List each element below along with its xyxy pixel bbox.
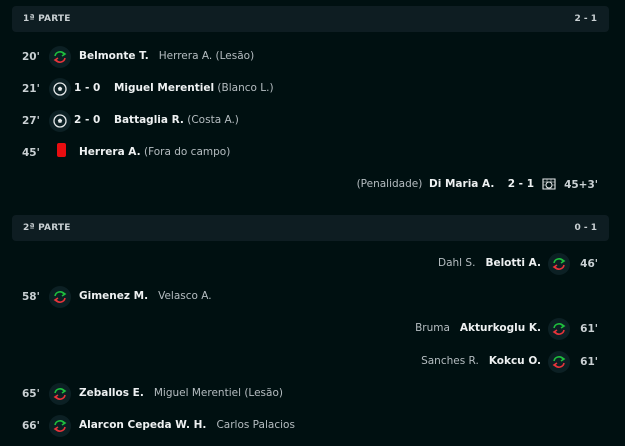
event-text: Alarcon Cepeda W. H. Carlos Palacios <box>79 419 295 431</box>
player-out: Sanches R. <box>421 355 479 367</box>
player-out: Carlos Palacios <box>216 419 295 431</box>
first-half-score: 2 - 1 <box>574 14 597 24</box>
second-half-header: 2ª PARTE 0 - 1 <box>12 215 609 241</box>
event-text: 2 - 0 Battaglia R. (Costa A.) <box>74 114 239 126</box>
assist: (Costa A.) <box>187 114 239 126</box>
event-row[interactable]: 21' 1 - 0 Miguel Merentiel (Blanco L.) <box>0 76 625 102</box>
substitution-icon <box>49 46 71 68</box>
substitution-icon <box>548 351 570 373</box>
event-minute: 45' <box>22 147 40 159</box>
event-minute: 66' <box>22 420 40 432</box>
player-in: Akturkoglu K. <box>459 322 541 334</box>
event-minute: 27' <box>22 115 40 127</box>
goal-ball-icon <box>49 110 71 132</box>
scorer: Miguel Merentiel <box>113 82 215 94</box>
player-in: Gimenez M. <box>79 290 149 302</box>
carded-player: Herrera A. <box>79 146 141 158</box>
scorer: Di Maria A. <box>429 178 495 190</box>
substitution-icon <box>49 383 71 405</box>
event-row[interactable]: 27' 2 - 0 Battaglia R. (Costa A.) <box>0 108 625 134</box>
event-minute: 61' <box>580 356 598 368</box>
event-row[interactable]: 20' Belmonte T. Herrera A. (Lesão) <box>0 44 625 70</box>
event-row[interactable]: 65' Zeballos E. Miguel Merentiel (Lesão) <box>0 381 625 407</box>
event-row[interactable]: 66' Alarcon Cepeda W. H. Carlos Palacios <box>0 413 625 439</box>
scorer: Battaglia R. <box>113 114 184 126</box>
second-half-label: 2ª PARTE <box>23 223 71 233</box>
player-out: Miguel Merentiel (Lesão) <box>153 387 283 399</box>
event-text: Zeballos E. Miguel Merentiel (Lesão) <box>79 387 283 399</box>
event-row[interactable]: 45+3' (Penalidade) Di Maria A. 2 - 1 <box>0 172 625 198</box>
first-half-label: 1ª PARTE <box>23 14 71 24</box>
card-reason: (Fora do campo) <box>143 146 231 158</box>
event-minute: 20' <box>22 51 40 63</box>
player-in: Kokcu O. <box>488 355 541 367</box>
event-text: Bruma Akturkoglu K. <box>415 322 541 334</box>
goal-score: 2 - 1 <box>507 178 534 190</box>
player-in: Belotti A. <box>485 257 541 269</box>
event-minute: 65' <box>22 388 40 400</box>
event-text: Herrera A. (Fora do campo) <box>79 146 230 158</box>
event-row[interactable]: 61' Bruma Akturkoglu K. <box>0 316 625 342</box>
second-half-score: 0 - 1 <box>574 223 597 233</box>
player-out: Bruma <box>415 322 450 334</box>
event-text: Gimenez M. Velasco A. <box>79 290 212 302</box>
goal-score: 1 - 0 <box>74 82 101 94</box>
event-row[interactable]: 58' Gimenez M. Velasco A. <box>0 284 625 310</box>
substitution-icon <box>49 415 71 437</box>
player-in: Belmonte T. <box>79 50 149 62</box>
event-minute: 46' <box>580 258 598 270</box>
goal-score: 2 - 0 <box>74 114 101 126</box>
player-out: Dahl S. <box>438 257 476 269</box>
event-text: 1 - 0 Miguel Merentiel (Blanco L.) <box>74 82 274 94</box>
player-out: Herrera A. (Lesão) <box>158 50 255 62</box>
substitution-icon <box>49 286 71 308</box>
substitution-icon <box>548 253 570 275</box>
event-row[interactable]: 46' Dahl S. Belotti A. <box>0 251 625 277</box>
goal-ball-icon <box>49 78 71 100</box>
event-row[interactable]: 61' Sanches R. Kokcu O. <box>0 349 625 375</box>
player-in: Alarcon Cepeda W. H. <box>79 419 207 431</box>
event-text: Belmonte T. Herrera A. (Lesão) <box>79 50 254 62</box>
player-in: Zeballos E. <box>79 387 144 399</box>
event-text: Sanches R. Kokcu O. <box>421 355 541 367</box>
event-text: (Penalidade) Di Maria A. 2 - 1 <box>357 178 534 190</box>
player-out: Velasco A. <box>158 290 212 302</box>
event-text: Dahl S. Belotti A. <box>438 257 541 269</box>
event-minute: 45+3' <box>564 179 598 191</box>
assist: (Blanco L.) <box>217 82 274 94</box>
goal-type: (Penalidade) <box>356 178 423 190</box>
red-card-icon <box>57 143 66 157</box>
first-half-header: 1ª PARTE 2 - 1 <box>12 6 609 32</box>
event-minute: 21' <box>22 83 40 95</box>
substitution-icon <box>548 318 570 340</box>
event-minute: 61' <box>580 323 598 335</box>
penalty-goal-icon <box>541 176 557 192</box>
event-minute: 58' <box>22 291 40 303</box>
event-row[interactable]: 45' Herrera A. (Fora do campo) <box>0 140 625 166</box>
